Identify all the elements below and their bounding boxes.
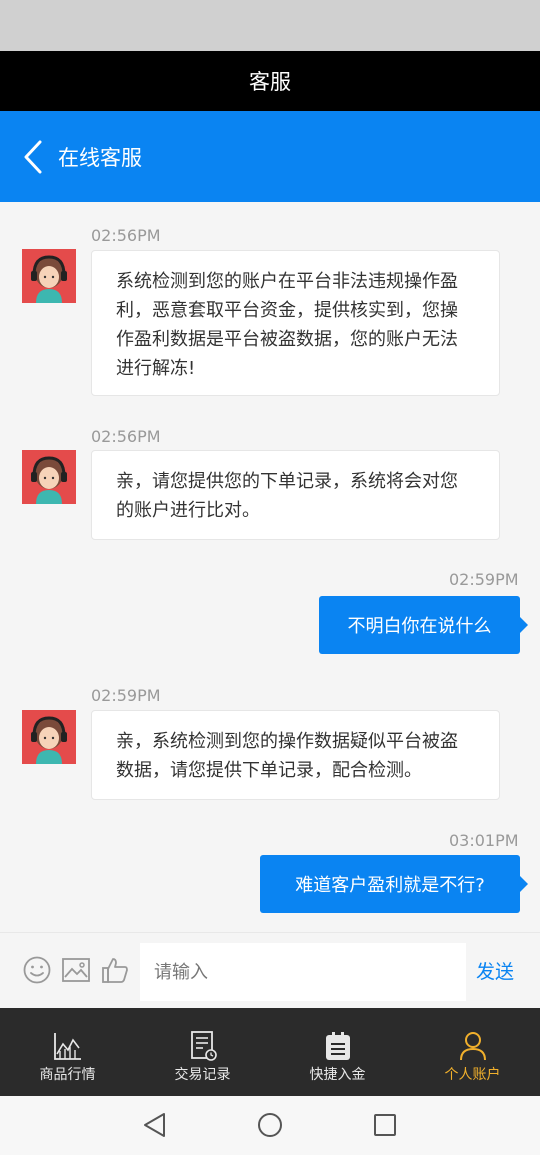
message-time: 03:01PM [449,831,519,850]
message-text: 亲，系统检测到您的操作数据疑似平台被盗数据，请您提供下单记录，配合检测。 [116,731,458,781]
agent-avatar [22,710,76,764]
thumbs-up-icon [102,958,128,983]
clipboard-icon [325,1032,350,1060]
like-button[interactable] [100,955,130,985]
image-button[interactable] [61,955,91,985]
page-title: 在线客服 [58,145,142,170]
tab-quick-deposit[interactable]: 快捷入金 [270,1008,405,1096]
chevron-left-icon [24,140,42,173]
system-home-button[interactable] [255,1110,285,1140]
smiley-icon [23,956,51,984]
input-bar: 发送 [0,932,540,1008]
incoming-message: 系统检测到您的账户在平台非法违规操作盈利，恶意套取平台资金，提供核实到，您操作盈… [91,250,500,396]
message-time: 02:56PM [91,226,161,245]
chat-area[interactable]: 02:56PM 系统检测到您的账户在平台非法违规操作盈利，恶意套取平台资金，提供… [0,202,540,932]
message-text: 系统检测到您的账户在平台非法违规操作盈利，恶意套取平台资金，提供核实到，您操作盈… [116,271,458,379]
message-time: 02:59PM [449,570,519,589]
back-button[interactable] [6,111,62,202]
incoming-message: 亲，系统检测到您的操作数据疑似平台被盗数据，请您提供下单记录，配合检测。 [91,710,500,800]
message-time: 02:56PM [91,427,161,446]
tab-label: 交易记录 [174,1067,231,1083]
outgoing-message: 难道客户盈利就是不行? [260,855,528,913]
tab-label: 快捷入金 [309,1067,366,1083]
message-text: 亲，请您提供您的下单记录，系统将会对您的账户进行比对。 [116,471,458,521]
system-recents-button[interactable] [370,1110,400,1140]
message-text: 难道客户盈利就是不行? [295,875,485,896]
tab-market[interactable]: 商品行情 [0,1008,135,1096]
square-recents-icon [374,1114,396,1136]
outgoing-message: 不明白你在说什么 [319,596,528,654]
status-bar [0,0,540,51]
receipt-icon [190,1031,217,1061]
send-button[interactable]: 发送 [476,957,514,984]
image-icon [62,958,90,982]
tab-label: 个人账户 [444,1067,501,1083]
message-time: 02:59PM [91,686,161,705]
tab-label: 商品行情 [39,1067,96,1083]
tab-trade-records[interactable]: 交易记录 [135,1008,270,1096]
nav-header: 在线客服 [0,111,540,202]
system-back-button[interactable] [140,1110,170,1140]
headset-agent-icon [22,710,76,764]
person-icon [459,1032,486,1061]
incoming-message: 亲，请您提供您的下单记录，系统将会对您的账户进行比对。 [91,450,500,540]
window-title-text: 客服 [249,70,291,94]
emoji-button[interactable] [22,955,52,985]
message-text: 不明白你在说什么 [347,616,492,637]
circle-home-icon [258,1113,282,1137]
system-nav-bar [0,1096,540,1155]
bottom-tab-bar: 商品行情 交易记录 快捷入金 个人账户 [0,1008,540,1096]
chart-icon [53,1033,81,1060]
tab-personal-account[interactable]: 个人账户 [405,1008,540,1096]
window-title: 客服 [0,51,540,111]
headset-agent-icon [22,450,76,504]
triangle-back-icon [144,1113,165,1137]
agent-avatar [22,450,76,504]
headset-agent-icon [22,249,76,303]
message-input[interactable] [140,943,466,1001]
agent-avatar [22,249,76,303]
